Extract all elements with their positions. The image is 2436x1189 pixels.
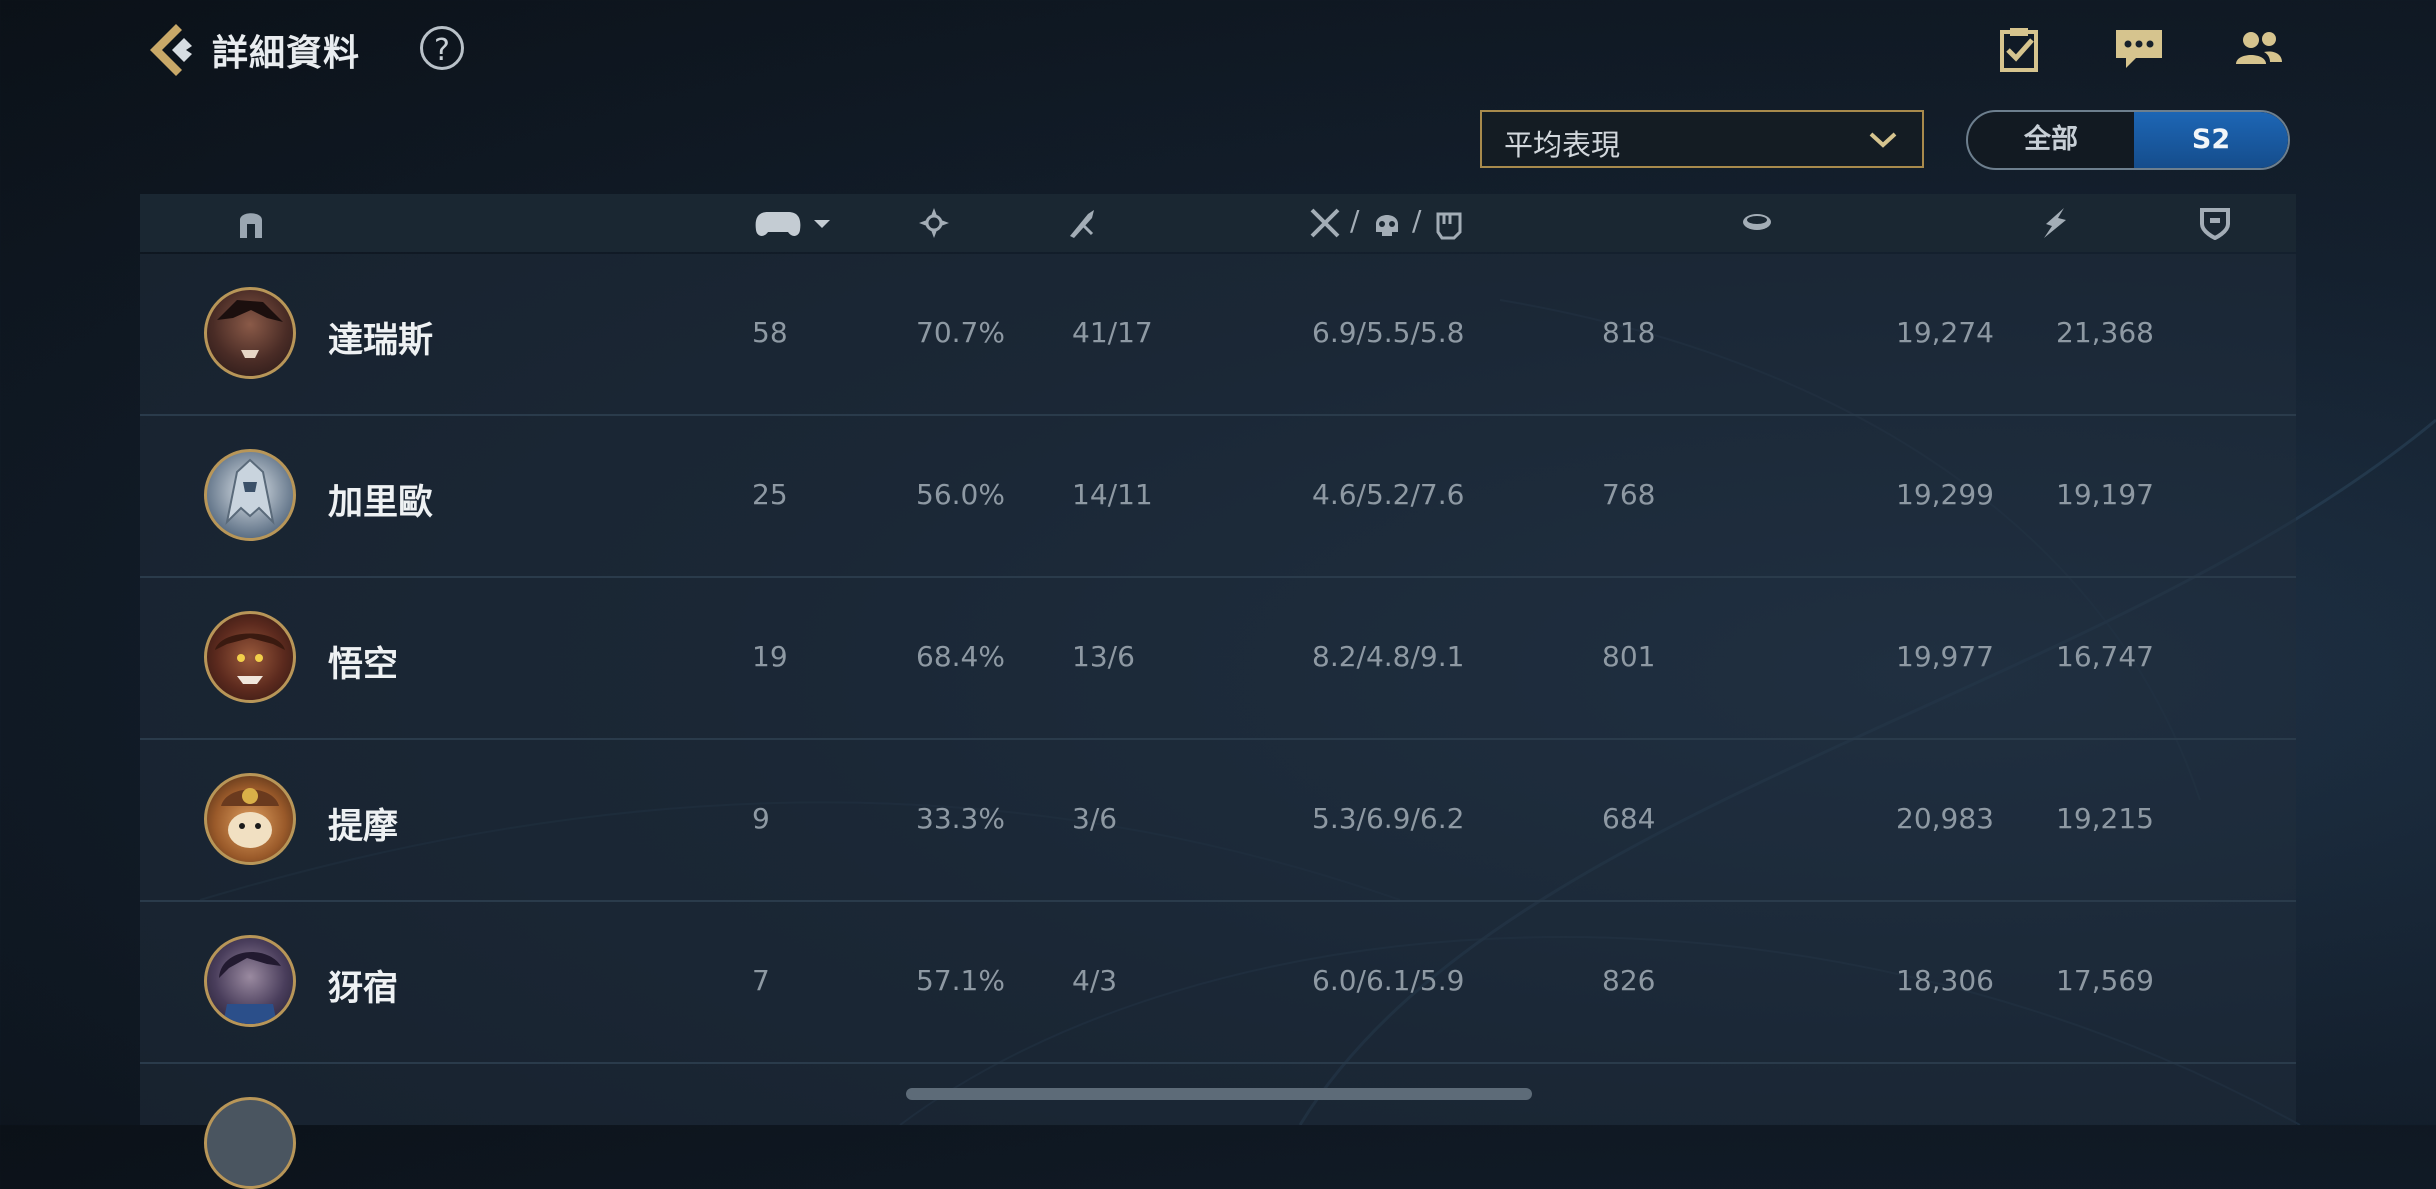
dropdown-value: 平均表現: [1504, 128, 1621, 162]
chat-icon[interactable]: [2114, 26, 2164, 72]
shield-icon: [2200, 208, 2230, 240]
hero-avatar: [204, 449, 296, 541]
games-played: 9: [752, 802, 770, 835]
damage-taken: 17,569: [2056, 964, 2154, 997]
win-rate: 70.7%: [916, 316, 1005, 349]
kills-icon: [1310, 208, 1340, 238]
hero-avatar: [204, 773, 296, 865]
skull-icon: [1376, 215, 1398, 236]
win-rate: 56.0%: [916, 478, 1005, 511]
table-row[interactable]: 提摩 9 33.3% 3/6 5.3/6.9/6.2 684 20,983 19…: [140, 740, 2296, 902]
hero-portrait-icon: [221, 788, 279, 848]
hero-portrait-icon: [217, 300, 283, 358]
help-button[interactable]: ?: [420, 26, 464, 70]
damage-dealt: 18,306: [1896, 964, 1994, 997]
hero-portrait-icon: [225, 458, 275, 526]
hero-avatar: [204, 611, 296, 703]
assist-fist-icon: [1436, 212, 1462, 240]
damage-dealt: 20,983: [1896, 802, 1994, 835]
mvp-count: 4/3: [1072, 964, 1118, 997]
gold-icon: [1743, 214, 1771, 230]
horizontal-scrollbar[interactable]: [906, 1088, 1532, 1100]
gold-per-min: 768: [1602, 478, 1656, 511]
stats-mode-dropdown[interactable]: 平均表現: [1480, 110, 1924, 168]
season-option-all[interactable]: 全部: [1968, 112, 2134, 168]
damage-dealt: 19,274: [1896, 316, 1994, 349]
hero-avatar: [204, 287, 296, 379]
damage-icon: [2044, 208, 2066, 238]
hero-avatar: [204, 935, 296, 1027]
top-bar: 詳細資料 ?: [0, 0, 2436, 100]
friends-icon[interactable]: [2234, 26, 2284, 72]
chevron-down-icon: [1869, 132, 1897, 148]
damage-dealt: 19,299: [1896, 478, 1994, 511]
back-arrow-icon[interactable]: [140, 20, 200, 80]
hero-name: 犽宿: [328, 969, 399, 1009]
gold-per-min: 826: [1602, 964, 1656, 997]
season-toggle[interactable]: 全部 S2: [1966, 110, 2290, 170]
mvp-count: 3/6: [1072, 802, 1118, 835]
kda: 4.6/5.2/7.6: [1312, 478, 1465, 511]
winrate-icon: [919, 208, 949, 238]
hero-name: 提摩: [328, 807, 399, 847]
damage-taken: 21,368: [2056, 316, 2154, 349]
hero-name: 加里歐: [328, 483, 434, 523]
gold-per-min: 801: [1602, 640, 1656, 673]
hero-name: 達瑞斯: [328, 321, 434, 361]
kda: 5.3/6.9/6.2: [1312, 802, 1465, 835]
page-title: 詳細資料: [212, 33, 361, 74]
kda: 8.2/4.8/9.1: [1312, 640, 1465, 673]
kda: 6.9/5.5/5.8: [1312, 316, 1465, 349]
season-option-s2[interactable]: S2: [2134, 112, 2288, 168]
checklist-icon[interactable]: [1994, 26, 2044, 72]
table-header: / /: [140, 194, 2296, 252]
hero-portrait-icon: [219, 952, 281, 1024]
kda-separator: /: [1350, 204, 1360, 237]
table-row[interactable]: 犽宿 7 57.1% 4/3 6.0/6.1/5.9 826 18,306 17…: [140, 902, 2296, 1064]
mvp-count: 41/17: [1072, 316, 1153, 349]
mvp-count: 14/11: [1072, 478, 1153, 511]
damage-taken: 19,215: [2056, 802, 2154, 835]
hero-name: 悟空: [328, 645, 399, 685]
table-row[interactable]: 達瑞斯 58 70.7% 41/17 6.9/5.5/5.8 818 19,27…: [140, 254, 2296, 416]
win-rate: 57.1%: [916, 964, 1005, 997]
table-row[interactable]: 加里歐 25 56.0% 14/11 4.6/5.2/7.6 768 19,29…: [140, 416, 2296, 578]
games-played: 58: [752, 316, 788, 349]
games-played: 25: [752, 478, 788, 511]
kda: 6.0/6.1/5.9: [1312, 964, 1465, 997]
hero-stats-table: / / 達瑞斯 58 70.7% 41/17 6.9/5.5/5.8 818 1…: [140, 194, 2296, 1189]
games-played: 19: [752, 640, 788, 673]
win-rate: 33.3%: [916, 802, 1005, 835]
table-row[interactable]: 悟空 19 68.4% 13/6 8.2/4.8/9.1 801 19,977 …: [140, 578, 2296, 740]
win-rate: 68.4%: [916, 640, 1005, 673]
gold-per-min: 818: [1602, 316, 1656, 349]
kda-separator: /: [1412, 204, 1422, 237]
damage-dealt: 19,977: [1896, 640, 1994, 673]
damage-taken: 16,747: [2056, 640, 2154, 673]
hero-helmet-icon: [240, 213, 262, 238]
hero-portrait-icon: [215, 633, 285, 684]
gamepad-icon[interactable]: [752, 206, 838, 240]
hero-avatar: [204, 1097, 296, 1189]
games-played: 7: [752, 964, 770, 997]
gold-per-min: 684: [1602, 802, 1656, 835]
damage-taken: 19,197: [2056, 478, 2154, 511]
mvp-icon: [1070, 210, 1094, 238]
mvp-count: 13/6: [1072, 640, 1135, 673]
